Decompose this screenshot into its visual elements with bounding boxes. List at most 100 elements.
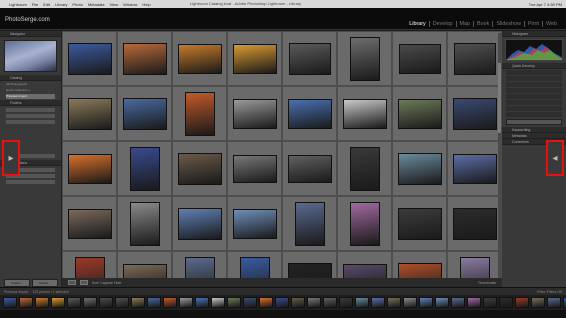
folder-row[interactable] — [6, 114, 55, 118]
filmstrip-thumbnail[interactable] — [211, 297, 225, 308]
catalog-all-photographs[interactable]: All Photographs — [6, 82, 55, 87]
sort-control[interactable]: Sort: Capture Time — [92, 281, 121, 285]
photo-thumbnail[interactable] — [398, 43, 441, 74]
filmstrip-thumbnail[interactable] — [387, 297, 401, 308]
filmstrip-thumbnail[interactable] — [275, 297, 289, 308]
photo-thumbnail[interactable] — [122, 42, 167, 75]
photo-thumbnail[interactable] — [397, 152, 442, 185]
photo-thumbnail[interactable] — [67, 97, 112, 130]
grid-cell[interactable] — [337, 141, 392, 196]
photo-thumbnail[interactable] — [232, 208, 277, 239]
grid-cell[interactable] — [62, 196, 117, 251]
filmstrip-thumbnail[interactable] — [163, 297, 177, 308]
grid-cell[interactable] — [392, 31, 447, 86]
filmstrip-thumbnail[interactable] — [435, 297, 449, 308]
photo-thumbnail[interactable] — [349, 36, 380, 81]
grid-cell[interactable] — [447, 86, 502, 141]
photo-thumbnail[interactable] — [287, 154, 332, 183]
filmstrip-thumbnail[interactable] — [3, 297, 17, 308]
grid-cell[interactable] — [392, 196, 447, 251]
photo-thumbnail[interactable] — [67, 42, 112, 75]
menu-app[interactable]: Lightroom — [9, 2, 27, 7]
grid-cell[interactable] — [172, 86, 227, 141]
quick-develop-row[interactable] — [506, 106, 562, 111]
photo-thumbnail[interactable] — [232, 43, 277, 74]
filmstrip-thumbnail[interactable] — [67, 297, 81, 308]
photo-thumbnail[interactable] — [349, 146, 380, 191]
grid-cell[interactable] — [227, 141, 282, 196]
module-web[interactable]: Web — [543, 21, 560, 27]
photo-thumbnail[interactable] — [287, 98, 332, 129]
grid-cell[interactable] — [447, 31, 502, 86]
grid-cell[interactable] — [282, 86, 337, 141]
histogram-header[interactable]: Histogram — [502, 31, 566, 37]
filmstrip-thumbnail[interactable] — [515, 297, 529, 308]
menu-window[interactable]: Window — [123, 2, 137, 7]
quick-develop-row[interactable] — [506, 100, 562, 105]
grid-cell[interactable] — [392, 141, 447, 196]
filmstrip-thumbnail[interactable] — [99, 297, 113, 308]
grid-cell[interactable] — [117, 31, 172, 86]
quick-develop-header[interactable]: Quick Develop — [502, 63, 566, 69]
quick-develop-row[interactable] — [506, 76, 562, 81]
photo-thumbnail[interactable] — [288, 42, 331, 75]
quick-develop-row[interactable] — [506, 94, 562, 99]
scrollbar-thumb[interactable] — [498, 63, 501, 133]
filmstrip-thumbnail[interactable] — [115, 297, 129, 308]
photo-thumbnail[interactable] — [452, 97, 497, 130]
menu-help[interactable]: Help — [142, 2, 150, 7]
loupe-view-icon[interactable] — [80, 280, 88, 285]
grid-cell[interactable] — [117, 196, 172, 251]
photo-thumbnail[interactable] — [232, 154, 277, 183]
filmstrip-filter[interactable]: Filter: Filters Off — [537, 290, 562, 294]
filmstrip-thumbnail[interactable] — [83, 297, 97, 308]
reset-all-button[interactable] — [506, 119, 562, 125]
folder-row[interactable] — [6, 120, 55, 124]
photo-thumbnail[interactable] — [453, 42, 496, 75]
grid-cell[interactable] — [227, 196, 282, 251]
filmstrip-thumbnail[interactable] — [419, 297, 433, 308]
photo-thumbnail[interactable] — [122, 97, 167, 130]
photo-thumbnail[interactable] — [129, 146, 160, 191]
menu-edit[interactable]: Edit — [43, 2, 50, 7]
grid-cell[interactable] — [337, 196, 392, 251]
collection-row[interactable] — [6, 180, 55, 184]
right-panel-toggle[interactable]: ◂ — [546, 140, 564, 176]
module-slideshow[interactable]: Slideshow — [493, 21, 525, 27]
grid-cell[interactable] — [447, 196, 502, 251]
grid-cell[interactable] — [282, 31, 337, 86]
filmstrip-thumbnail[interactable] — [451, 297, 465, 308]
photo-thumbnail[interactable] — [349, 201, 380, 246]
filmstrip-thumbnail[interactable] — [371, 297, 385, 308]
photo-thumbnail[interactable] — [67, 153, 112, 184]
filmstrip-thumbnail[interactable] — [483, 297, 497, 308]
grid-scrollbar[interactable] — [498, 33, 501, 292]
filmstrip-thumbnail[interactable] — [147, 297, 161, 308]
grid-cell[interactable] — [337, 86, 392, 141]
quick-develop-row[interactable] — [506, 112, 562, 117]
folders-header[interactable]: Folders — [0, 100, 61, 106]
grid-cell[interactable] — [337, 31, 392, 86]
filmstrip-thumbnail[interactable] — [243, 297, 257, 308]
photo-thumbnail[interactable] — [294, 201, 325, 246]
navigator-preview[interactable] — [4, 40, 57, 72]
filmstrip-thumbnail[interactable] — [499, 297, 513, 308]
menu-metadata[interactable]: Metadata — [88, 2, 105, 7]
catalog-previous-import[interactable]: Previous Import — [6, 94, 55, 99]
menu-file[interactable]: File — [32, 2, 38, 7]
grid-cell[interactable] — [172, 196, 227, 251]
filmstrip-thumbnail[interactable] — [547, 297, 561, 308]
photo-thumbnail[interactable] — [177, 152, 222, 185]
folder-row[interactable] — [6, 108, 55, 112]
filmstrip-source[interactable]: Previous Import — [4, 290, 29, 294]
filmstrip-thumbnail[interactable] — [131, 297, 145, 308]
quick-develop-row[interactable] — [506, 82, 562, 87]
grid-cell[interactable] — [227, 31, 282, 86]
grid-cell[interactable] — [282, 141, 337, 196]
navigator-header[interactable]: Navigator — [0, 31, 61, 37]
module-map[interactable]: Map — [457, 21, 475, 27]
module-develop[interactable]: Develop — [430, 21, 457, 27]
module-library[interactable]: Library — [406, 21, 430, 27]
filmstrip-thumbnail[interactable] — [227, 297, 241, 308]
module-print[interactable]: Print — [525, 21, 543, 27]
